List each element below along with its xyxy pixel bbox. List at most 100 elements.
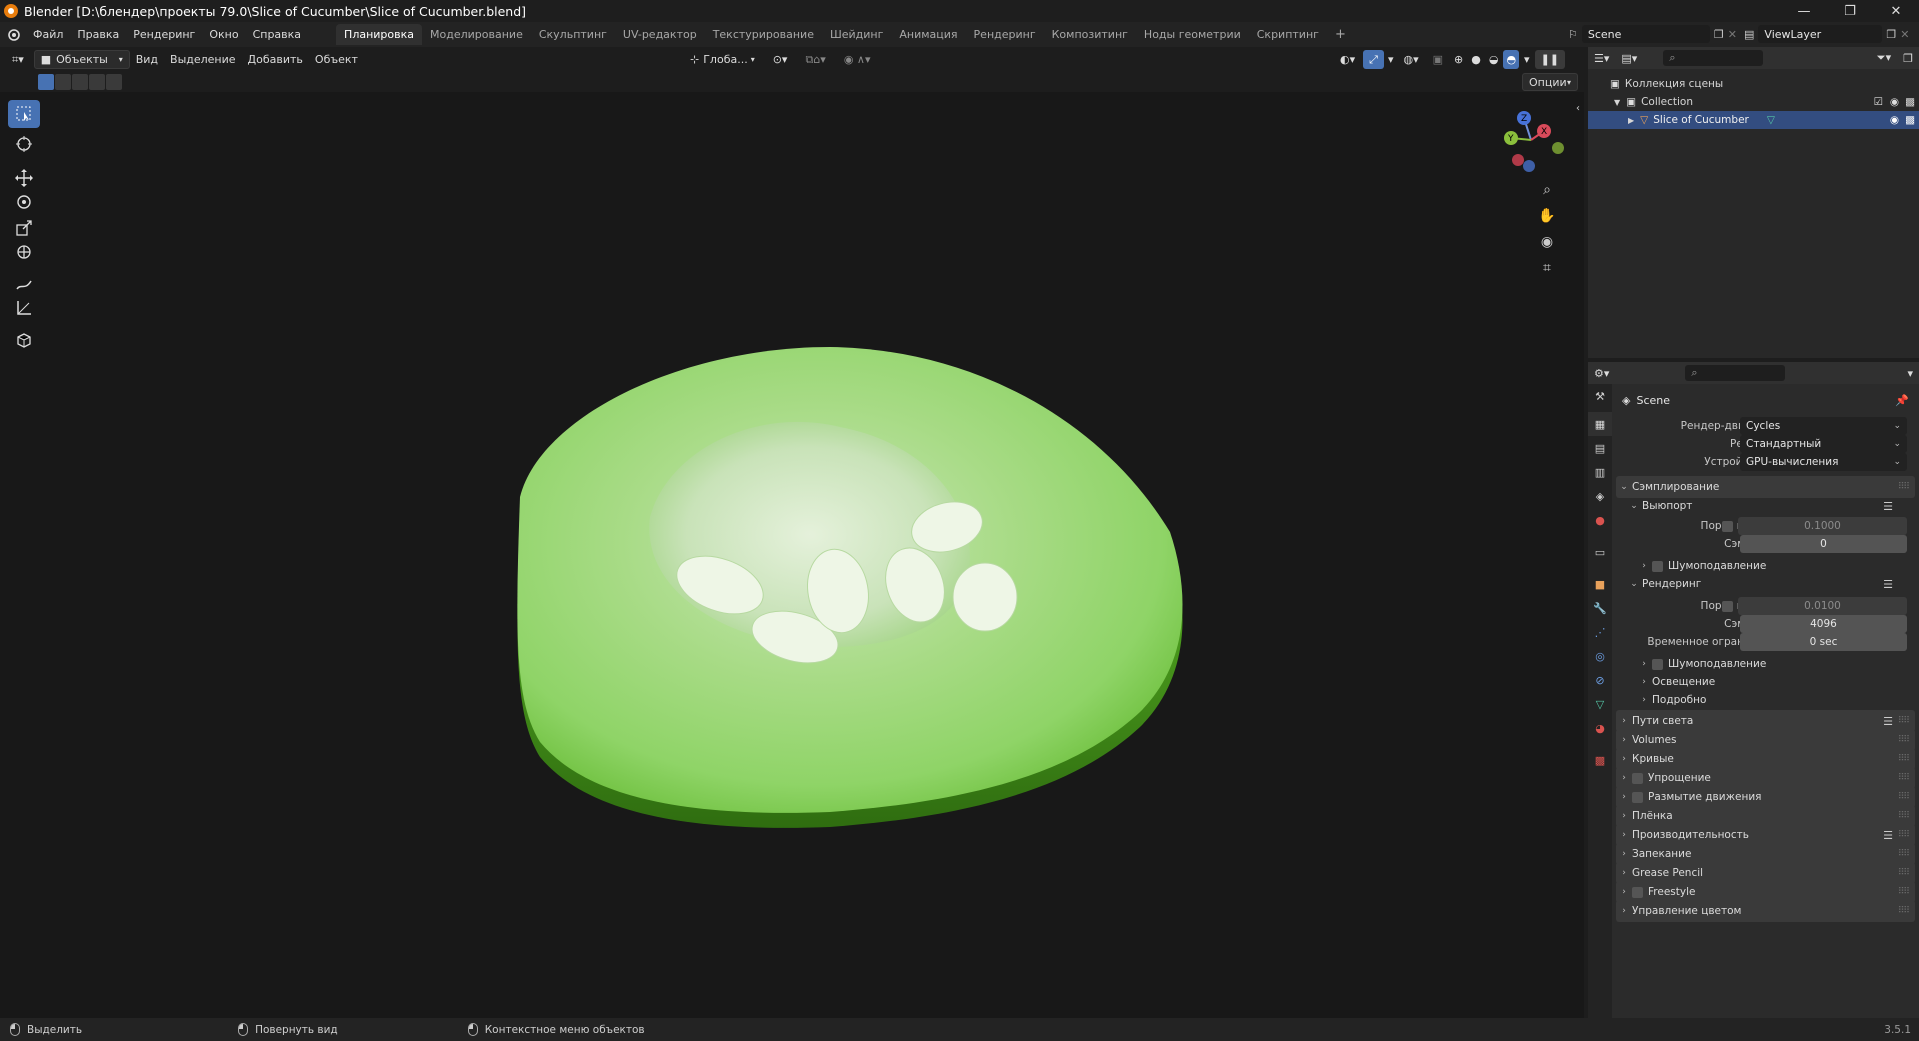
scene-tab-icon[interactable]: ◈ <box>1588 484 1612 508</box>
pivot-icon[interactable]: ⊙▾ <box>767 50 794 69</box>
world-tab-icon[interactable]: ● <box>1588 508 1612 532</box>
expand-arrow-icon[interactable]: ▼ <box>1614 98 1620 107</box>
viewport-subpanel-header[interactable]: ⌄ Выюпорт ☰ <box>1616 496 1915 516</box>
collection-tab-icon[interactable]: ▭ <box>1588 540 1612 564</box>
tab-shading[interactable]: Шейдинг <box>822 24 891 45</box>
material-tab-icon[interactable]: ◕ <box>1588 716 1612 740</box>
sidebar-toggle-icon[interactable]: ‹ <box>1572 96 1584 120</box>
pan-hand-icon[interactable]: ✋ <box>1535 204 1559 228</box>
vp-noise-checkbox[interactable] <box>1722 520 1733 532</box>
menu-object[interactable]: Объект <box>309 50 364 69</box>
tab-animation[interactable]: Анимация <box>891 24 965 45</box>
menu-select[interactable]: Выделение <box>164 50 242 69</box>
device-dropdown[interactable]: GPU-вычисления ⌄ <box>1740 453 1907 471</box>
select-mode-subtract-icon[interactable] <box>72 74 88 90</box>
tab-scripting[interactable]: Скриптинг <box>1249 24 1327 45</box>
simplify-checkbox[interactable] <box>1632 772 1643 784</box>
zoom-icon[interactable]: ⌕ <box>1535 178 1559 202</box>
r-denoise-checkbox[interactable] <box>1652 658 1663 670</box>
menu-render[interactable]: Рендеринг <box>126 22 202 47</box>
freestyle-checkbox[interactable] <box>1632 886 1643 898</box>
render-engine-dropdown[interactable]: Cycles ⌄ <box>1740 417 1907 435</box>
add-workspace-icon[interactable]: + <box>1327 24 1354 45</box>
constraints-tab-icon[interactable]: ⊘ <box>1588 668 1612 692</box>
cucumber-slice-object[interactable] <box>500 347 1220 907</box>
menu-edit[interactable]: Правка <box>70 22 126 47</box>
add-cube-tool-icon[interactable] <box>8 326 40 354</box>
render-tab-icon[interactable]: ▦ <box>1588 412 1612 436</box>
shading-rendered-icon[interactable]: ◓ <box>1503 50 1520 69</box>
properties-search-input[interactable]: ⌕ <box>1685 365 1786 381</box>
scene-selector[interactable]: Scene <box>1581 25 1710 43</box>
render-camera-icon[interactable]: ▩ <box>1905 114 1915 126</box>
shading-material-icon[interactable]: ◒ <box>1486 50 1502 69</box>
new-scene-icon[interactable]: ❐ <box>1714 28 1724 41</box>
minimize-button[interactable]: — <box>1781 0 1827 22</box>
tab-texture-paint[interactable]: Текстурирование <box>705 24 822 45</box>
motion-blur-checkbox[interactable] <box>1632 791 1643 803</box>
properties-editor-icon[interactable]: ⚙▾ <box>1588 364 1615 383</box>
menu-file[interactable]: Файл <box>26 22 70 47</box>
menu-window[interactable]: Окно <box>202 22 245 47</box>
gizmo-toggle-icon[interactable]: ⤢ <box>1363 50 1384 69</box>
rotate-tool-icon[interactable] <box>8 188 40 216</box>
particles-tab-icon[interactable]: ⋰ <box>1588 620 1612 644</box>
modifier-tab-icon[interactable]: 🔧 <box>1588 596 1612 620</box>
scene-icon[interactable]: ⚐ <box>1568 28 1578 41</box>
restore-button[interactable]: ❐ <box>1827 0 1873 22</box>
presets-list-icon[interactable]: ☰ <box>1883 500 1893 513</box>
tab-compositing[interactable]: Композитинг <box>1044 24 1136 45</box>
r-samples-field[interactable]: 4096 <box>1740 615 1907 633</box>
delete-viewlayer-icon[interactable]: ✕ <box>1900 28 1909 41</box>
menu-add[interactable]: Добавить <box>242 50 309 69</box>
new-collection-icon[interactable]: ❐ <box>1897 49 1919 68</box>
visibility-eye-icon[interactable]: ◉ <box>1890 114 1899 126</box>
xray-icon[interactable]: ▣ <box>1427 50 1449 69</box>
delete-scene-icon[interactable]: ✕ <box>1728 28 1737 41</box>
lights-subpanel[interactable]: › Освещение <box>1616 672 1915 692</box>
snap-icon[interactable]: ⧉⌂▾ <box>799 50 831 69</box>
transform-tool-icon[interactable] <box>8 238 40 266</box>
r-denoise-subpanel[interactable]: › Шумоподавление <box>1616 654 1915 674</box>
view-layer-tab-icon[interactable]: ▥ <box>1588 460 1612 484</box>
r-noise-checkbox[interactable] <box>1722 600 1733 612</box>
display-mode-icon[interactable]: ▤▾ <box>1615 49 1643 68</box>
select-mode-extend-icon[interactable] <box>55 74 71 90</box>
collection-row[interactable]: ▼ ▣ Collection ☑ ◉ ▩ <box>1588 93 1919 111</box>
shading-wireframe-icon[interactable]: ⊕ <box>1451 50 1466 69</box>
vp-denoise-subpanel[interactable]: › Шумоподавление <box>1616 556 1915 576</box>
mesh-data-icon[interactable]: ▽ <box>1767 114 1775 126</box>
tab-layout[interactable]: Планировка <box>336 24 423 45</box>
shading-options-icon[interactable]: ▾ <box>1521 50 1533 69</box>
outliner-editor-icon[interactable]: ☰▾ <box>1588 49 1615 68</box>
render-subpanel-header[interactable]: ⌄ Рендеринг ☰ <box>1616 574 1915 594</box>
select-box-tool-icon[interactable] <box>8 100 40 128</box>
texture-tab-icon[interactable]: ▩ <box>1588 748 1612 772</box>
camera-view-icon[interactable]: ◉ <box>1535 230 1559 254</box>
options-dropdown[interactable]: Опции ▾ <box>1522 73 1578 91</box>
gizmo-menu-icon[interactable]: ▾ <box>1386 50 1396 69</box>
tab-rendering[interactable]: Рендеринг <box>966 24 1044 45</box>
exclude-checkbox-icon[interactable]: ☑ <box>1874 96 1883 108</box>
output-tab-icon[interactable]: ▤ <box>1588 436 1612 460</box>
sampling-panel-header[interactable]: ⌄ Сэмплирование ⠿⠿ <box>1616 476 1915 498</box>
scene-collection-row[interactable]: ▣ Коллекция сцены <box>1588 75 1919 93</box>
menu-help[interactable]: Справка <box>246 22 308 47</box>
shading-solid-icon[interactable]: ● <box>1468 50 1484 69</box>
tool-tab-icon[interactable]: ⚒ <box>1588 384 1612 408</box>
vp-samples-field[interactable]: 0 <box>1740 535 1907 553</box>
editor-type-icon[interactable]: ⌗▾ <box>6 50 30 69</box>
physics-tab-icon[interactable]: ◎ <box>1588 644 1612 668</box>
visibility-filter-icon[interactable]: ◐▾ <box>1334 50 1361 69</box>
properties-options-icon[interactable]: ▾ <box>1901 364 1919 383</box>
new-viewlayer-icon[interactable]: ❐ <box>1886 28 1896 41</box>
pin-icon[interactable]: 📌 <box>1895 394 1909 407</box>
object-tab-icon[interactable]: ■ <box>1588 572 1612 596</box>
color-management-panel[interactable]: › Управление цветом ⠿⠿ <box>1616 900 1915 922</box>
perspective-toggle-icon[interactable]: ⌗ <box>1535 256 1559 280</box>
menu-view[interactable]: Вид <box>130 50 164 69</box>
expand-arrow-icon[interactable]: ▶ <box>1628 116 1634 125</box>
object-row-slice-of-cucumber[interactable]: ▶ ▽ Slice of Cucumber ▽ ◉ ▩ <box>1588 111 1919 129</box>
blender-menu-icon[interactable] <box>0 28 26 41</box>
tab-geometry-nodes[interactable]: Ноды геометрии <box>1136 24 1249 45</box>
